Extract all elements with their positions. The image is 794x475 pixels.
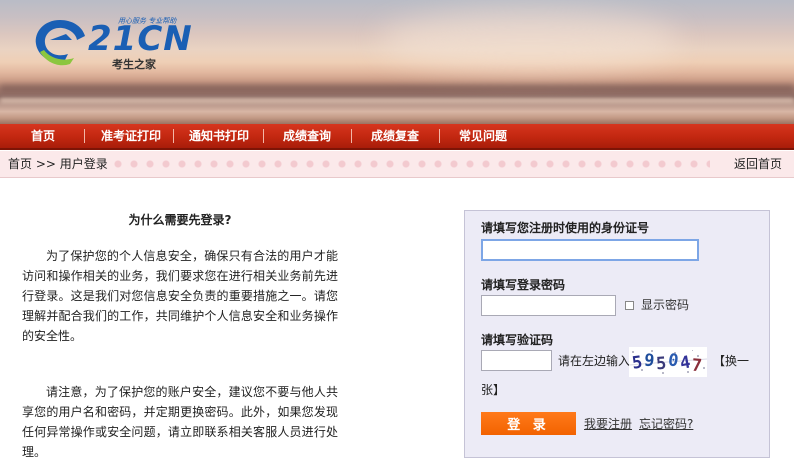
password-input[interactable] [481,295,616,316]
nav-separator [263,129,264,143]
nav-item-score-query[interactable]: 成绩查询 [283,124,331,148]
decorative-pattern [110,155,710,173]
logo-subtitle: 考生之家 [112,58,156,71]
captcha-input[interactable] [481,350,552,371]
login-button[interactable]: 登 录 [481,412,576,435]
id-number-input[interactable] [481,239,699,261]
nav-separator [351,129,352,143]
show-password-label[interactable]: 显示密码 [641,296,689,313]
nav-item-admission-ticket[interactable]: 准考证打印 [101,124,161,148]
captcha-char: 7 [691,355,703,376]
site-logo[interactable]: 用心服务 专业帮助 21CN 考生之家 [30,12,192,72]
nav-separator [84,129,85,143]
nav-item-home[interactable]: 首页 [31,124,55,148]
banner-haze [380,10,680,70]
header-banner: 用心服务 专业帮助 21CN 考生之家 [0,0,794,124]
main-nav: 首页 准考证打印 通知书打印 成绩查询 成绩复查 常见问题 [0,124,794,150]
logo-swoosh-icon [35,20,85,66]
nav-item-faq[interactable]: 常见问题 [459,124,507,148]
captcha-char: 5 [655,354,667,375]
banner-horizon [0,84,794,92]
breadcrumb: 首页 >> 用户登录 [8,151,114,177]
info-paragraph-2: 请注意，为了保护您的账户安全，建议您不要与他人共享您的用户名和密码，并定期更换密… [22,385,338,459]
breadcrumb-bar: 首页 >> 用户登录 返回首页 [0,151,794,178]
captcha-hint: 请在左边输入 [558,354,631,368]
captcha-char: 4 [679,352,693,373]
refresh-captcha-link-continued[interactable]: 张】 [481,381,505,398]
captcha-image[interactable]: 5 9 5 0 4 7 [629,347,707,377]
forgot-password-link[interactable]: 忘记密码? [639,415,693,432]
nav-separator [173,129,174,143]
captcha-char: 9 [643,350,655,371]
logo-brand: 21CN [88,19,193,59]
nav-separator [439,129,440,143]
password-label: 请填写登录密码 [481,278,566,292]
back-home-link[interactable]: 返回首页 [727,151,782,177]
info-paragraph-1: 为了保护您的个人信息安全，确保只有合法的用户才能访问和操作相关的业务，我们要求您… [22,249,338,343]
breadcrumb-home-link[interactable]: 首页 [8,157,32,171]
nav-item-score-review[interactable]: 成绩复查 [371,124,419,148]
register-link[interactable]: 我要注册 [584,415,632,432]
banner-glow [0,98,794,103]
captcha-label: 请填写验证码 [481,333,554,347]
captcha-char: 5 [631,352,644,373]
login-form: 请填写您注册时使用的身份证号 请填写登录密码 显示密码 请填写验证码 请在左边输… [464,210,770,458]
breadcrumb-separator: >> [35,157,56,171]
info-title: 为什么需要先登录? [128,213,232,227]
login-info-panel: 为什么需要先登录? 为了保护您的个人信息安全，确保只有合法的用户才能访问和操作相… [22,210,338,475]
id-number-label: 请填写您注册时使用的身份证号 [481,221,650,235]
nav-item-notice-print[interactable]: 通知书打印 [189,124,249,148]
refresh-captcha-link[interactable]: 【换一 [713,352,749,369]
breadcrumb-current: 用户登录 [59,157,108,171]
captcha-noise: 5 9 5 0 4 7 [629,350,707,376]
show-password-checkbox[interactable] [625,301,634,310]
